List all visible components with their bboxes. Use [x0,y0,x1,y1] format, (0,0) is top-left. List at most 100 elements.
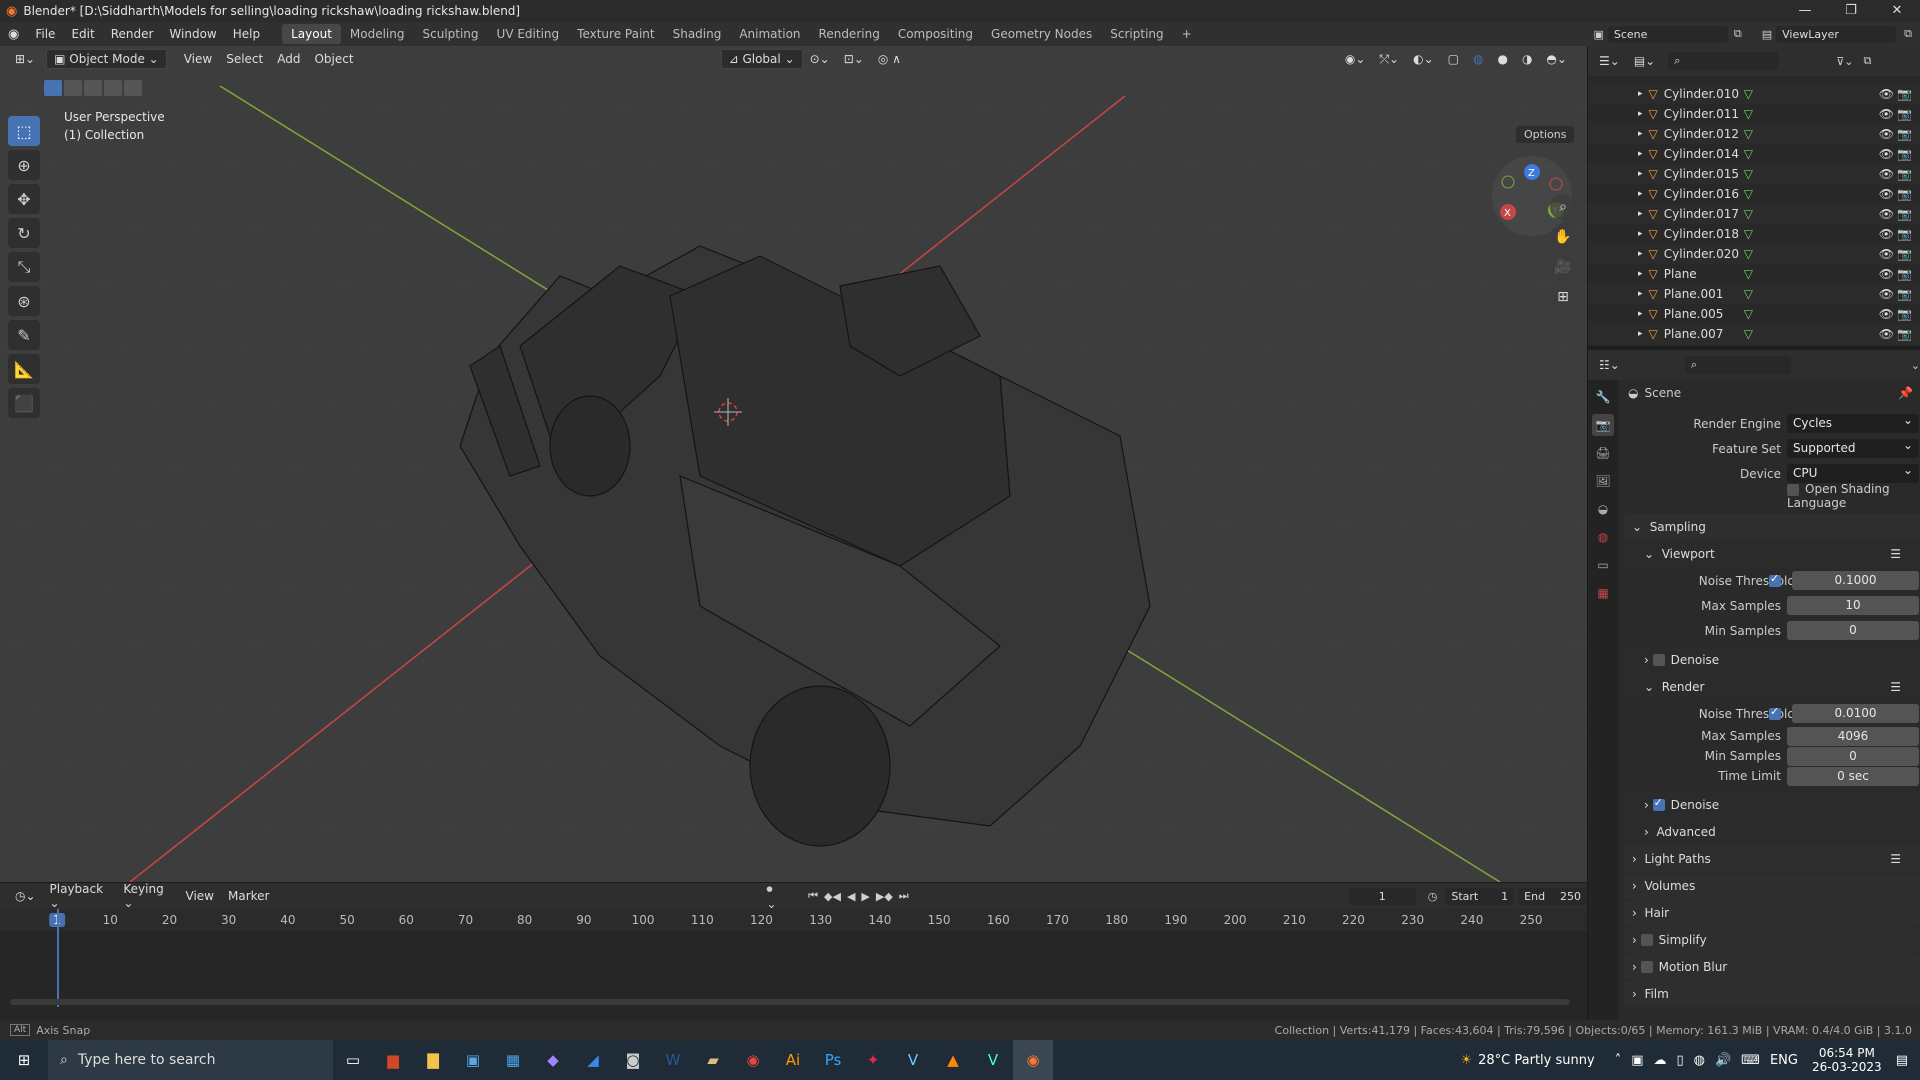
properties-options-icon[interactable]: ⌄ [1911,359,1920,372]
render-camera-icon[interactable]: 📷 [1897,107,1912,121]
volumes-panel[interactable]: › Volumes [1624,873,1920,899]
outliner-item[interactable]: ▸ ▽ Plane.007 ▽ 👁 📷 [1588,324,1920,344]
scene-tab-icon[interactable]: ◒ [1592,498,1614,520]
object-name[interactable]: Cylinder.015 [1664,167,1744,181]
visibility-eye-icon[interactable]: 👁 [1879,267,1894,281]
object-name[interactable]: Cylinder.016 [1664,187,1744,201]
mesh-data-icon[interactable]: ▽ [1744,247,1753,261]
render-camera-icon[interactable]: 📷 [1897,127,1912,141]
vp-denoise-subpanel[interactable]: › Denoise [1624,647,1920,673]
r-denoise-checkbox[interactable] [1652,796,1665,811]
app-icon-5[interactable]: ▰ [693,1040,733,1080]
r-time-field[interactable]: 0 sec [1787,766,1919,786]
display-mode-icon[interactable]: ▤⌄ [1627,52,1662,70]
view-menu[interactable]: View [177,50,219,68]
current-frame-field[interactable]: 1 [1348,887,1416,905]
expand-arrow-icon[interactable]: ▸ [1638,289,1643,299]
mesh-data-icon[interactable]: ▽ [1744,107,1753,121]
select-menu[interactable]: Select [219,50,270,68]
ortho-grid-icon[interactable]: ⊞ [1550,284,1576,310]
view-layer-tab-icon[interactable]: 🖼 [1592,470,1614,492]
vp-min-field[interactable]: 0 [1787,621,1919,640]
select-extend-icon[interactable] [64,80,82,96]
pan-hand-icon[interactable]: ✋ [1550,224,1576,250]
timeline-view-menu[interactable]: View [179,887,221,905]
preset-list-icon[interactable]: ☰ [1890,547,1901,561]
visibility-eye-icon[interactable]: 👁 [1879,307,1894,321]
stopwatch-icon[interactable]: ◷ [1428,890,1438,903]
object-name[interactable]: Plane [1664,267,1744,281]
proportional-edit-icon[interactable]: ◎ ∧ [871,50,908,68]
menu-window[interactable]: Window [161,27,224,41]
feature-set-dropdown[interactable]: Supported [1787,436,1919,458]
tab-sculpting[interactable]: Sculpting [414,24,488,44]
weather-icon[interactable]: ☀ [1460,1053,1472,1068]
object-name[interactable]: Cylinder.011 [1664,107,1744,121]
outliner-item[interactable]: ▸ ▽ Cylinder.020 ▽ 👁 📷 [1588,244,1920,264]
r-denoise-subpanel[interactable]: › Denoise [1624,792,1920,818]
timeline-editor-icon[interactable]: ◷⌄ [8,887,43,905]
expand-arrow-icon[interactable]: ▸ [1638,149,1643,159]
object-name[interactable]: Cylinder.020 [1664,247,1744,261]
render-camera-icon[interactable]: 📷 [1897,87,1912,101]
select-intersect-icon[interactable] [124,80,142,96]
render-camera-icon[interactable]: 📷 [1897,247,1912,261]
mesh-data-icon[interactable]: ▽ [1744,227,1753,241]
menu-edit[interactable]: Edit [63,27,102,41]
expand-arrow-icon[interactable]: ▸ [1638,309,1643,319]
blender-taskbar-icon[interactable]: ◉ [1013,1040,1053,1080]
select-box-tool[interactable]: ⬚ [8,116,40,146]
new-scene-icon[interactable]: ⧉ [1734,27,1742,41]
record-button[interactable]: ⏺ ⌄ [766,882,784,911]
viewport-subpanel-header[interactable]: ⌄ Viewport ☰ [1624,541,1920,567]
render-camera-icon[interactable]: 📷 [1897,167,1912,181]
onedrive-icon[interactable]: ☁ [1653,1053,1666,1068]
visibility-eye-icon[interactable]: 👁 [1879,187,1894,201]
outliner-item[interactable]: ▸ ▽ Plane ▽ 👁 📷 [1588,264,1920,284]
mesh-data-icon[interactable]: ▽ [1744,167,1753,181]
app-icon-4[interactable]: ◙ [613,1040,653,1080]
outliner-item[interactable]: ▸ ▽ Cylinder.014 ▽ 👁 📷 [1588,144,1920,164]
keying-menu[interactable]: Keying ⌄ [116,880,178,912]
select-new-icon[interactable] [44,80,62,96]
r-noise-field[interactable]: 0.0100 [1792,704,1919,723]
powerpoint-icon[interactable]: ▆ [373,1040,413,1080]
vp-max-field[interactable]: 10 [1787,596,1919,615]
tab-compositing[interactable]: Compositing [889,24,982,44]
app-icon-8[interactable]: V [973,1040,1013,1080]
editor-type-icon[interactable]: ⊞⌄ [8,50,42,68]
visibility-eye-icon[interactable]: 👁 [1879,107,1894,121]
collection-tab-icon[interactable]: ▭ [1592,554,1614,576]
expand-arrow-icon[interactable]: ▸ [1638,129,1643,139]
mode-selector[interactable]: ▣ Object Mode ⌄ [46,49,167,69]
timeline-scrollbar[interactable] [10,999,1570,1005]
visibility-eye-icon[interactable]: 👁 [1879,207,1894,221]
mesh-data-icon[interactable]: ▽ [1744,267,1753,281]
mesh-data-icon[interactable]: ▽ [1744,147,1753,161]
object-name[interactable]: Cylinder.010 [1664,87,1744,101]
render-preset-icon[interactable]: ☰ [1890,680,1901,694]
start-frame-field[interactable]: Start 1 [1445,887,1515,905]
object-name[interactable]: Plane.001 [1664,287,1744,301]
osl-checkbox[interactable]: Open Shading Language [1787,482,1920,510]
light-paths-panel[interactable]: › Light Paths ☰ [1624,846,1920,872]
expand-arrow-icon[interactable]: ▸ [1638,269,1643,279]
maximize-button[interactable]: ❐ [1828,0,1874,22]
object-name[interactable]: Plane.007 [1664,327,1744,341]
jump-end-button[interactable]: ⏭ [899,889,909,903]
outliner-item[interactable]: ▸ ▽ Cylinder.015 ▽ 👁 📷 [1588,164,1920,184]
app-icon-7[interactable]: V [893,1040,933,1080]
tab-animation[interactable]: Animation [730,24,809,44]
weather-text[interactable]: 28°C Partly sunny [1478,1053,1595,1068]
visibility-eye-icon[interactable]: 👁 [1879,147,1894,161]
illustrator-icon[interactable]: Ai [773,1040,813,1080]
mesh-data-icon[interactable]: ▽ [1744,307,1753,321]
timeline-area[interactable] [0,909,1587,1009]
mesh-data-icon[interactable]: ▽ [1744,187,1753,201]
app-icon-2[interactable]: ◆ [533,1040,573,1080]
visibility-icon[interactable]: ◉⌄ [1338,50,1373,68]
tab-scripting[interactable]: Scripting [1101,24,1172,44]
select-subtract-icon[interactable] [84,80,102,96]
output-tab-icon[interactable]: 🖨 [1592,442,1614,464]
visibility-eye-icon[interactable]: 👁 [1879,227,1894,241]
